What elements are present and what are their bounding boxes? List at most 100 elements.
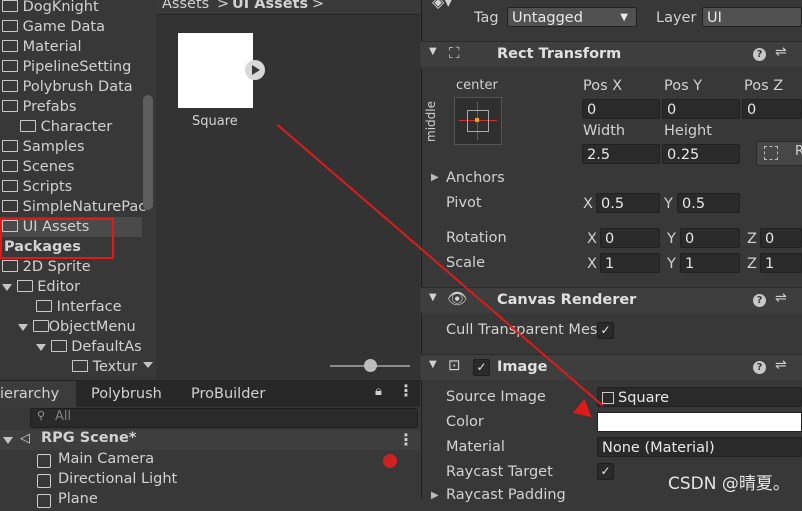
material-field[interactable]: None (Material) <box>597 437 802 457</box>
hierarchy-item-label: Directional Light <box>58 471 178 487</box>
tree-scrollbar[interactable] <box>143 95 153 210</box>
width-field[interactable]: 2.5 <box>582 144 660 164</box>
tab-hierarchy[interactable]: ierarchy <box>0 381 59 407</box>
layer-dropdown[interactable]: UI <box>702 7 802 27</box>
rotation-y-field[interactable]: 0 <box>680 228 740 248</box>
tree-item-game-data[interactable]: Game Data <box>2 17 105 37</box>
tree-item-defaultas[interactable]: DefaultAs <box>36 337 142 357</box>
tree-item-dogknight[interactable]: DogKnight <box>2 0 99 17</box>
color-swatch[interactable] <box>597 412 802 432</box>
component-menu-icon[interactable]: ⋮ <box>796 43 802 62</box>
pivot-y-field[interactable]: 0.5 <box>677 193 740 213</box>
rotation-y-axis-label: Y <box>667 231 676 247</box>
hierarchy-item-plane[interactable]: Plane <box>0 491 420 511</box>
lock-icon[interactable]: 🔒︎ <box>375 384 382 399</box>
zoom-slider-thumb[interactable] <box>364 359 377 372</box>
source-image-label: Source Image <box>446 389 546 405</box>
rotation-z-field[interactable]: 0 <box>760 228 802 248</box>
width-label: Width <box>583 123 626 139</box>
image-header[interactable]: ▼ ⊡ ✓ Image ? ⇌ ⋮ <box>421 354 802 380</box>
pos-z-field[interactable]: 0 <box>742 99 802 119</box>
tree-item-character[interactable]: Character <box>20 117 112 137</box>
tree-item-pipelinesetting[interactable]: PipelineSetting <box>2 57 131 77</box>
raycast-target-checkbox[interactable]: ✓ <box>597 463 614 480</box>
folder-icon <box>50 340 67 352</box>
expand-triangle-icon[interactable]: ▶ <box>431 172 439 183</box>
tree-item-editor[interactable]: Editor <box>2 277 80 297</box>
height-field[interactable]: 0.25 <box>662 144 740 164</box>
expand-triangle-icon[interactable]: ▶ <box>431 490 439 501</box>
anchors-label[interactable]: Anchors <box>446 170 505 186</box>
collapse-triangle-icon[interactable]: ▼ <box>429 292 437 303</box>
collapse-triangle-icon[interactable]: ▼ <box>429 46 437 57</box>
tree-item-prefabs[interactable]: Prefabs <box>2 97 76 117</box>
tree-item-polybrush-data[interactable]: Polybrush Data <box>2 77 133 97</box>
tree-item-scenes[interactable]: Scenes <box>2 157 74 177</box>
hierarchy-item-label: Main Camera <box>58 451 155 467</box>
tree-item-label: Game Data <box>22 19 106 35</box>
tree-item-simplenature[interactable]: SimpleNaturePac <box>2 197 146 217</box>
expand-triangle-icon[interactable] <box>3 437 13 444</box>
pos-x-label: Pos X <box>583 78 623 94</box>
folder-icon <box>16 280 33 292</box>
tree-item-2d-sprite[interactable]: 2D Sprite <box>2 257 91 277</box>
scale-z-field[interactable]: 1 <box>760 253 802 273</box>
raycast-padding-label[interactable]: Raycast Padding <box>446 487 566 503</box>
tree-item-material[interactable]: Material <box>2 37 82 57</box>
collapse-triangle-icon[interactable]: ▼ <box>429 359 437 370</box>
folder-icon <box>2 40 18 52</box>
component-menu-icon[interactable]: ⋮ <box>796 356 802 375</box>
pivot-x-field[interactable]: 0.5 <box>596 193 660 213</box>
scale-z-axis-label: Z <box>747 256 757 272</box>
scale-y-field[interactable]: 1 <box>680 253 740 273</box>
tree-item-scripts[interactable]: Scripts <box>2 177 72 197</box>
pos-y-field[interactable]: 0 <box>662 99 740 119</box>
asset-thumbnail-square[interactable] <box>178 33 253 108</box>
hierarchy-item-directional-light[interactable]: Directional Light <box>0 471 420 491</box>
rect-transform-icon: ⛶ <box>449 44 460 62</box>
rect-transform-header[interactable]: ▼ ⛶ Rect Transform ? ⇌ ⋮ <box>421 41 802 67</box>
expand-triangle-icon[interactable] <box>18 323 28 331</box>
pos-x-field[interactable]: 0 <box>582 99 660 119</box>
tree-item-label: SimpleNaturePac <box>22 199 147 215</box>
more-options-icon[interactable]: ⋮ <box>398 381 414 400</box>
scene-row[interactable]: ◁ RPG Scene* ⋮ <box>0 430 420 450</box>
tree-item-objectmenu[interactable]: ObjectMenu <box>18 317 136 337</box>
color-label: Color <box>446 414 484 430</box>
help-icon[interactable]: ? <box>753 361 766 374</box>
tree-item-interface[interactable]: Interface <box>36 297 122 317</box>
raw-edit-icon: R <box>795 144 802 159</box>
cull-transparent-checkbox[interactable]: ✓ <box>597 322 614 339</box>
source-image-field[interactable]: Square <box>597 387 802 407</box>
breadcrumb-ui-assets[interactable]: UI Assets <box>232 0 308 12</box>
image-component-icon: ⊡ <box>448 356 461 374</box>
blueprint-mode-button[interactable]: R <box>756 141 802 166</box>
help-icon[interactable]: ? <box>753 294 766 307</box>
expand-triangle-icon[interactable] <box>36 343 46 351</box>
tree-item-samples[interactable]: Samples <box>2 137 85 157</box>
preset-sliders-icon[interactable]: ⇌ <box>775 44 787 60</box>
breadcrumb-assets[interactable]: Assets <box>162 0 209 12</box>
tab-polybrush[interactable]: Polybrush <box>91 381 162 407</box>
anchor-preset-button[interactable] <box>454 97 502 145</box>
tree-item-label: Textur <box>92 359 138 375</box>
scene-name: RPG Scene* <box>41 430 137 446</box>
preset-sliders-icon[interactable]: ⇌ <box>775 357 787 373</box>
expand-triangle-icon[interactable] <box>2 283 12 291</box>
expand-play-icon[interactable] <box>245 60 265 80</box>
tree-item-label: DogKnight <box>22 0 99 15</box>
tag-dropdown[interactable]: Untagged ▼ <box>507 7 637 27</box>
scene-more-icon[interactable]: ⋮ <box>398 430 414 449</box>
help-icon[interactable]: ? <box>753 48 766 61</box>
component-menu-icon[interactable]: ⋮ <box>796 289 802 308</box>
folder-icon <box>2 200 18 212</box>
hierarchy-search-input[interactable]: ⚲ All <box>30 408 418 428</box>
rotation-x-field[interactable]: 0 <box>600 228 660 248</box>
image-enabled-checkbox[interactable]: ✓ <box>473 359 490 376</box>
scroll-down-arrow-icon[interactable] <box>143 362 153 368</box>
tree-item-textur[interactable]: Textur <box>72 357 137 377</box>
hierarchy-item-main-camera[interactable]: Main Camera <box>0 451 420 471</box>
preset-sliders-icon[interactable]: ⇌ <box>775 290 787 306</box>
tab-probuilder[interactable]: ProBuilder <box>191 381 265 407</box>
scale-x-field[interactable]: 1 <box>600 253 660 273</box>
